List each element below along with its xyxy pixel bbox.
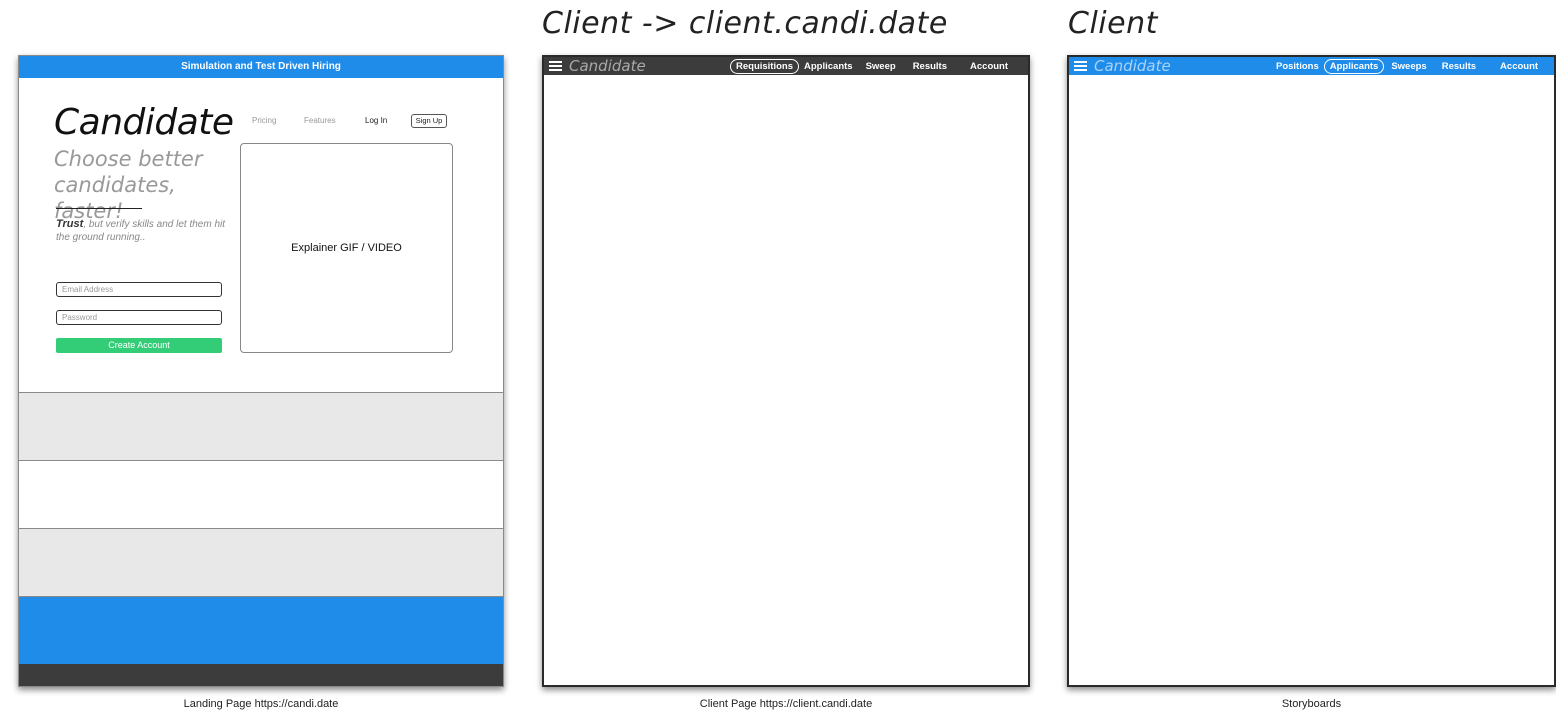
- top-banner: Simulation and Test Driven Hiring: [19, 56, 503, 78]
- email-field[interactable]: Email Address: [56, 282, 222, 297]
- password-field[interactable]: Password: [56, 310, 222, 325]
- landing-page-frame: Simulation and Test Driven Hiring Candid…: [18, 55, 504, 687]
- storyboard-nav-positions[interactable]: Positions: [1276, 61, 1319, 72]
- divider: [56, 208, 142, 209]
- client-nav-requisitions[interactable]: Requisitions: [730, 58, 800, 74]
- feature-band-2: [19, 528, 503, 597]
- feature-band-1: [19, 392, 503, 461]
- client-nav: Requisitions Applicants Sweep Results Ac…: [730, 57, 1008, 75]
- client-logo[interactable]: Candidate: [569, 57, 646, 75]
- client-nav-account[interactable]: Account: [970, 61, 1008, 72]
- hamburger-menu-icon[interactable]: [549, 61, 562, 71]
- client-nav-applicants[interactable]: Applicants: [804, 61, 853, 72]
- trust-text: Trust, but verify skills and let them hi…: [56, 218, 236, 244]
- storyboard-nav-results[interactable]: Results: [1442, 61, 1476, 72]
- storyboard-nav-applicants[interactable]: Applicants: [1323, 58, 1385, 74]
- landing-caption: Landing Page https://candi.date: [183, 698, 339, 710]
- client-frame-heading: Client -> client.candi.date: [542, 6, 948, 41]
- footer-blue-band: [19, 597, 503, 664]
- nav-pricing-link[interactable]: Pricing: [252, 116, 276, 125]
- storyboard-nav-account[interactable]: Account: [1500, 61, 1538, 72]
- tagline: Choose better candidates, faster!: [54, 147, 203, 223]
- nav-login-link[interactable]: Log In: [365, 116, 387, 125]
- storyboard-frame: Candidate Positions Applicants Sweeps Re…: [1067, 55, 1556, 687]
- client-app-bar: Candidate Requisitions Applicants Sweep …: [544, 57, 1028, 75]
- storyboard-app-bar: Candidate Positions Applicants Sweeps Re…: [1069, 57, 1554, 75]
- storyboard-nav: Positions Applicants Sweeps Results Acco…: [1276, 57, 1538, 75]
- client-nav-results[interactable]: Results: [913, 61, 947, 72]
- client-page-frame: Candidate Requisitions Applicants Sweep …: [542, 55, 1030, 687]
- video-placeholder-label: Explainer GIF / VIDEO: [291, 242, 402, 254]
- create-account-button[interactable]: Create Account: [56, 338, 222, 353]
- storyboard-logo[interactable]: Candidate: [1094, 57, 1171, 75]
- storyboard-frame-heading: Client: [1068, 6, 1158, 41]
- storyboard-nav-sweeps[interactable]: Sweeps: [1391, 61, 1426, 72]
- client-nav-sweep[interactable]: Sweep: [866, 61, 896, 72]
- signup-button[interactable]: Sign Up: [411, 114, 447, 128]
- hamburger-menu-icon[interactable]: [1074, 61, 1087, 71]
- nav-features-link[interactable]: Features: [304, 116, 336, 125]
- footer-dark-band: [19, 664, 503, 686]
- landing-logo[interactable]: Candidate: [54, 102, 234, 143]
- storyboard-caption: Storyboards: [1281, 698, 1342, 710]
- trust-bold: Trust: [56, 218, 84, 230]
- client-caption: Client Page https://client.candi.date: [699, 698, 873, 710]
- explainer-video-placeholder[interactable]: Explainer GIF / VIDEO: [240, 143, 453, 353]
